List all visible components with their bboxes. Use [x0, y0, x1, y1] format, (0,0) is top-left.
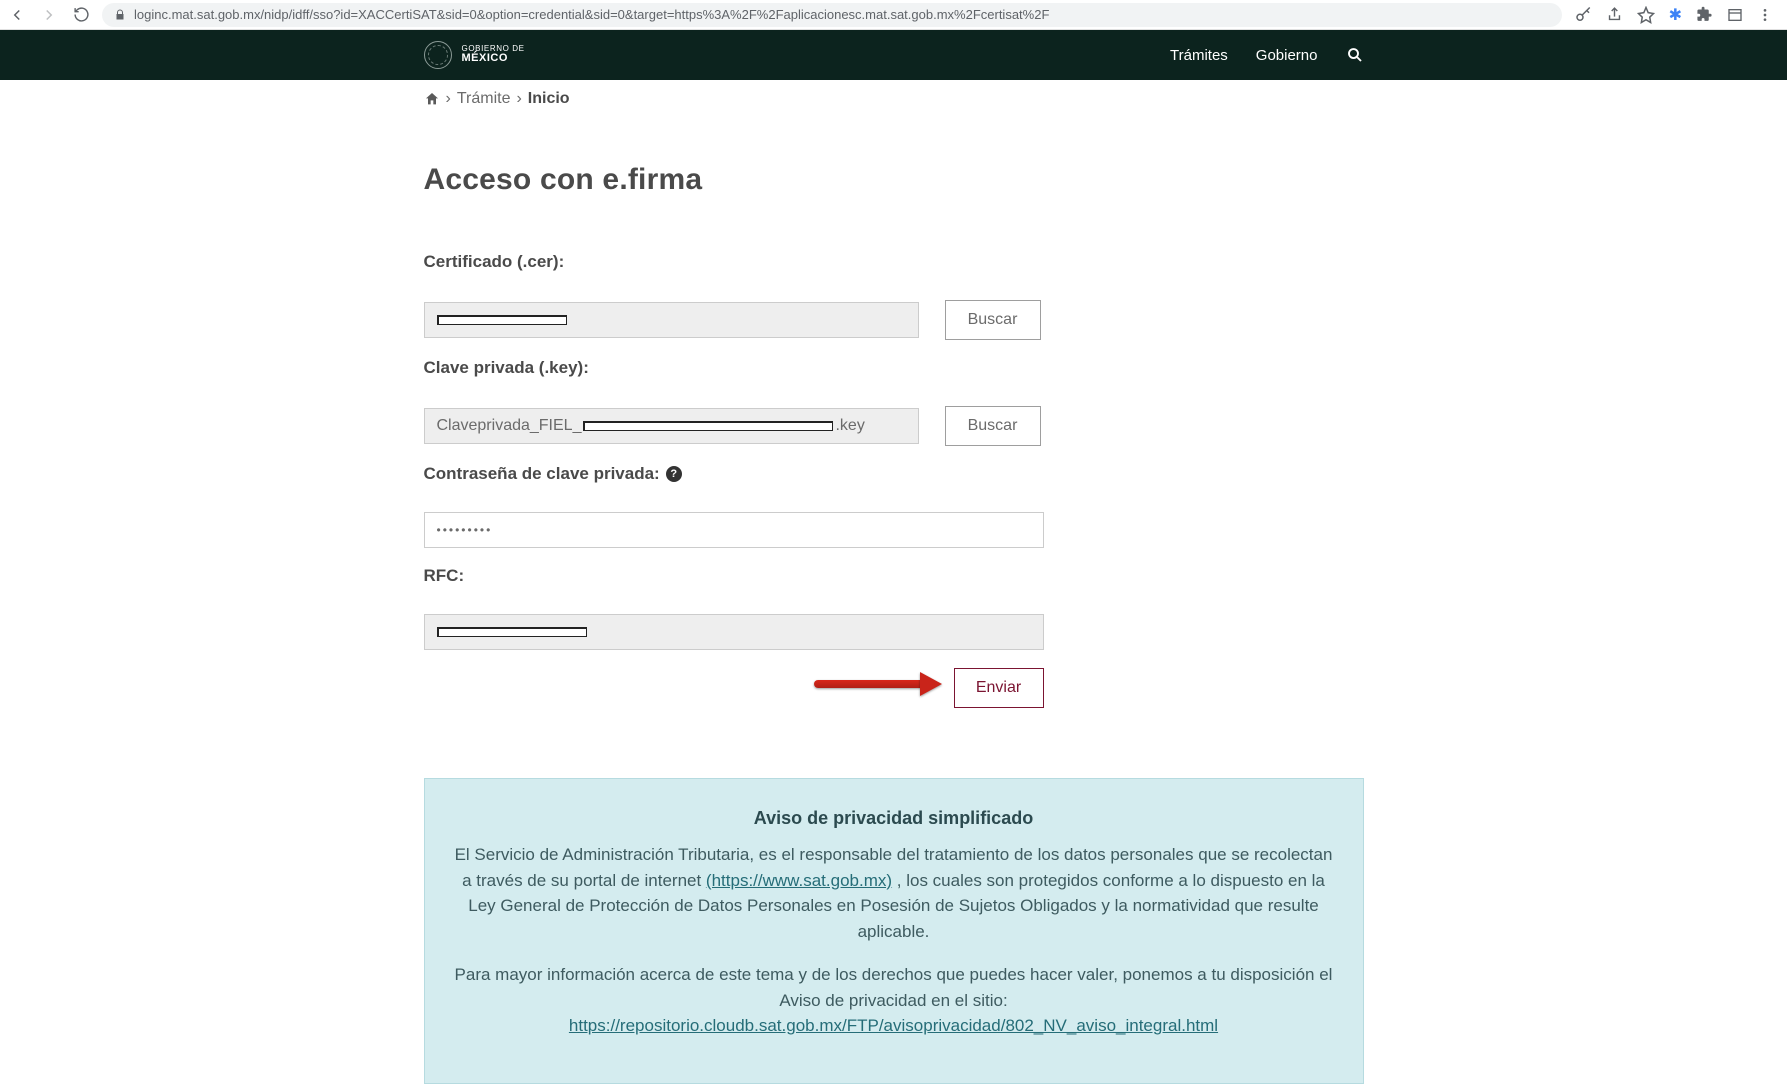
- key-browse-button[interactable]: Buscar: [945, 406, 1041, 446]
- rfc-label: RFC:: [424, 566, 1364, 586]
- key-prefix: Claveprivada_FIEL_: [437, 417, 582, 435]
- extension-blue-icon[interactable]: ✱: [1669, 5, 1682, 25]
- browser-chrome: loginc.mat.sat.gob.mx/nidp/idff/sso?id=X…: [0, 0, 1787, 30]
- nav-tramites[interactable]: Trámites: [1170, 47, 1228, 64]
- key-icon[interactable]: [1574, 6, 1592, 24]
- breadcrumb-sep: ›: [446, 90, 451, 108]
- window-icon[interactable]: [1727, 7, 1743, 23]
- search-icon[interactable]: [1346, 46, 1364, 64]
- arrow-annotation: [814, 680, 924, 688]
- redacted-value: [437, 315, 567, 325]
- notice-link-sat[interactable]: (https://www.sat.gob.mx): [706, 871, 892, 890]
- help-icon[interactable]: ?: [666, 466, 682, 482]
- password-label: Contraseña de clave privada: ?: [424, 464, 1364, 484]
- lock-icon: [114, 9, 126, 21]
- brand[interactable]: GOBIERNO DE MÉXICO: [424, 41, 525, 69]
- breadcrumb-inicio: Inicio: [528, 90, 570, 108]
- site-header: GOBIERNO DE MÉXICO Trámites Gobierno: [0, 30, 1787, 80]
- extensions-icon[interactable]: [1696, 6, 1713, 23]
- back-icon[interactable]: [8, 6, 26, 24]
- key-label: Clave privada (.key):: [424, 358, 1364, 378]
- menu-dots-icon[interactable]: [1757, 7, 1773, 23]
- notice-link-aviso[interactable]: https://repositorio.cloudb.sat.gob.mx/FT…: [569, 1016, 1218, 1035]
- page-title: Acceso con e.firma: [424, 163, 1364, 197]
- key-suffix: .key: [835, 417, 864, 435]
- cert-browse-button[interactable]: Buscar: [945, 300, 1041, 340]
- home-icon[interactable]: [424, 91, 440, 107]
- breadcrumb: › Trámite › Inicio: [424, 90, 1364, 108]
- notice-title: Aviso de privacidad simplificado: [453, 805, 1335, 832]
- forward-icon[interactable]: [40, 6, 58, 24]
- cert-input[interactable]: [424, 302, 919, 338]
- url-text: loginc.mat.sat.gob.mx/nidp/idff/sso?id=X…: [134, 7, 1049, 22]
- breadcrumb-sep: ›: [516, 90, 521, 108]
- redacted-value: [583, 421, 833, 431]
- star-icon[interactable]: [1637, 6, 1655, 24]
- redacted-value: [437, 627, 587, 637]
- share-icon[interactable]: [1606, 6, 1623, 23]
- seal-icon: [424, 41, 452, 69]
- url-bar[interactable]: loginc.mat.sat.gob.mx/nidp/idff/sso?id=X…: [102, 3, 1562, 27]
- brand-bottom: MÉXICO: [462, 53, 525, 65]
- notice-text: Para mayor información acerca de este te…: [455, 965, 1333, 1010]
- reload-icon[interactable]: [72, 6, 90, 24]
- breadcrumb-tramite[interactable]: Trámite: [457, 90, 511, 108]
- rfc-input[interactable]: [424, 614, 1044, 650]
- submit-button[interactable]: Enviar: [954, 668, 1044, 708]
- password-input[interactable]: •••••••••: [424, 512, 1044, 548]
- privacy-notice: Aviso de privacidad simplificado El Serv…: [424, 778, 1364, 1084]
- nav-gobierno[interactable]: Gobierno: [1256, 47, 1318, 64]
- key-input[interactable]: Claveprivada_FIEL_ .key: [424, 408, 919, 444]
- cert-label: Certificado (.cer):: [424, 252, 1364, 272]
